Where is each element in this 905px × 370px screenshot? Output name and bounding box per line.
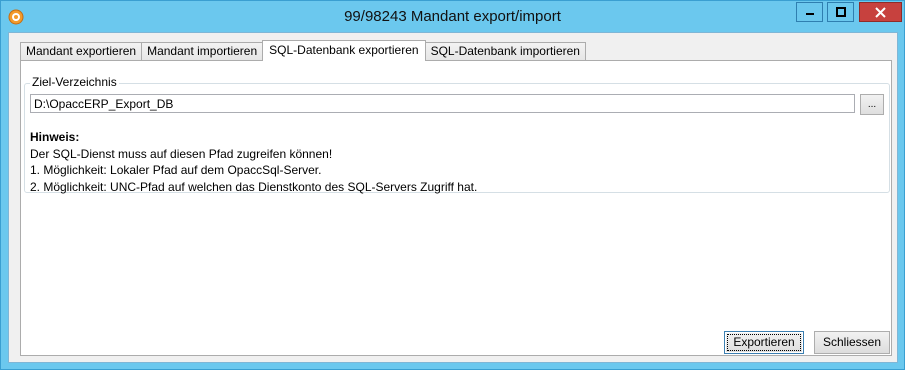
- minimize-icon: [805, 13, 814, 15]
- group-label: Ziel-Verzeichnis: [30, 75, 119, 90]
- note-line: 1. Möglichkeit: Lokaler Pfad auf dem Opa…: [30, 163, 322, 177]
- tab-mandant-importieren[interactable]: Mandant importieren: [141, 42, 264, 61]
- window-title: 99/98243 Mandant export/import: [344, 8, 561, 25]
- note-heading: Hinweis:: [30, 130, 80, 144]
- target-directory-group: Ziel-Verzeichnis ... Hinweis: Der SQL-Di…: [24, 75, 890, 195]
- dialog-window: 99/98243 Mandant export/import Mandant e…: [0, 0, 905, 370]
- maximize-button[interactable]: [827, 2, 854, 22]
- tab-panel-sql-export: Ziel-Verzeichnis ... Hinweis: Der SQL-Di…: [20, 60, 892, 356]
- tab-sql-datenbank-exportieren[interactable]: SQL-Datenbank exportieren: [262, 40, 426, 61]
- focus-rectangle: [727, 334, 801, 351]
- target-path-input[interactable]: [30, 94, 855, 113]
- close-icon: [875, 6, 886, 18]
- export-button[interactable]: Exportieren: [724, 331, 804, 354]
- maximize-icon: [835, 7, 846, 17]
- note-line: Der SQL-Dienst muss auf diesen Pfad zugr…: [30, 146, 333, 161]
- note-block: Hinweis: Der SQL-Dienst muss auf diesen …: [30, 129, 477, 195]
- title-bar[interactable]: 99/98243 Mandant export/import: [1, 1, 904, 33]
- minimize-button[interactable]: [796, 2, 823, 22]
- tab-sql-datenbank-importieren[interactable]: SQL-Datenbank importieren: [424, 42, 586, 61]
- close-window-button[interactable]: [859, 2, 902, 22]
- tab-strip: Mandant exportieren Mandant importieren …: [20, 40, 586, 61]
- note-line: 2. Möglichkeit: UNC-Pfad auf welchen das…: [30, 179, 478, 194]
- close-button[interactable]: Schliessen: [814, 331, 890, 354]
- browse-button[interactable]: ...: [860, 94, 884, 115]
- dialog-client-area: Mandant exportieren Mandant importieren …: [8, 32, 898, 363]
- tab-mandant-exportieren[interactable]: Mandant exportieren: [20, 42, 143, 61]
